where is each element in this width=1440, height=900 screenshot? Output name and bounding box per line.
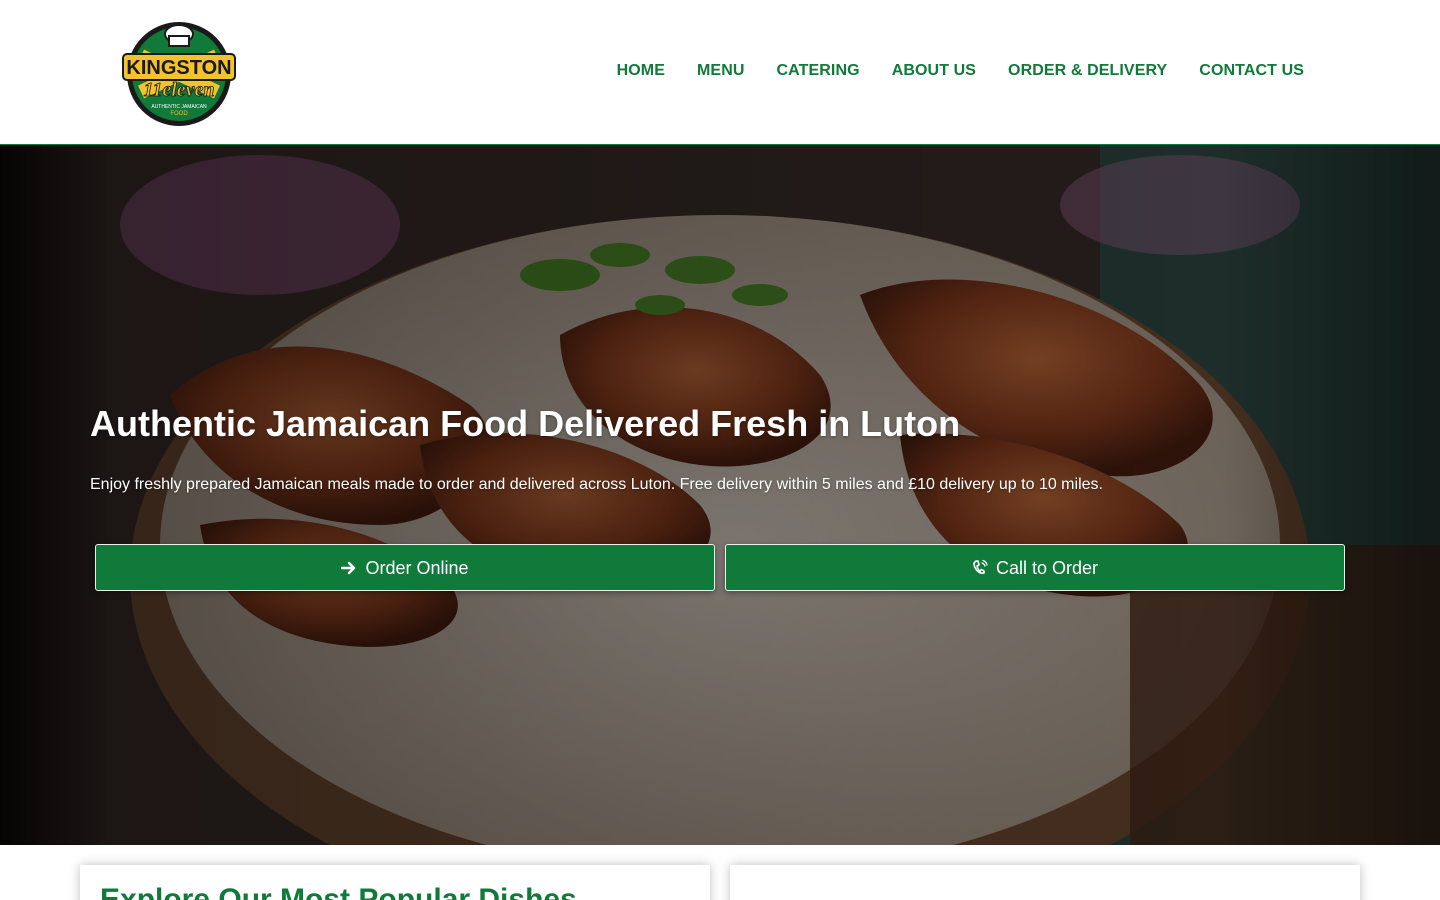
- nav-home[interactable]: HOME: [617, 60, 665, 82]
- hero-subtitle: Enjoy freshly prepared Jamaican meals ma…: [90, 476, 1103, 493]
- nav-catering[interactable]: CATERING: [777, 60, 860, 82]
- hero-title: Authentic Jamaican Food Delivered Fresh …: [90, 403, 961, 444]
- logo-line-2: 11eleven: [143, 79, 214, 101]
- logo-tagline-1: AUTHENTIC JAMAICAN: [151, 104, 207, 110]
- popular-dishes-card: Explore Our Most Popular Dishes: [80, 865, 710, 900]
- order-online-label: Order Online: [365, 557, 469, 578]
- order-online-button[interactable]: Order Online: [95, 544, 715, 591]
- popular-dishes-title: Explore Our Most Popular Dishes: [100, 883, 577, 900]
- right-card: [730, 865, 1360, 900]
- hero-cta-row: Order Online Call to Order: [95, 544, 1345, 591]
- hero-section: Authentic Jamaican Food Delivered Fresh …: [0, 145, 1440, 845]
- nav-order-delivery[interactable]: ORDER & DELIVERY: [1008, 60, 1167, 82]
- call-to-order-label: Call to Order: [995, 557, 1099, 578]
- nav-menu[interactable]: MENU: [697, 60, 745, 82]
- logo-tagline-2: FOOD: [170, 111, 188, 117]
- phone-volume-icon: [972, 559, 988, 577]
- logo-line-1: KINGSTON: [126, 57, 231, 79]
- nav-about-us[interactable]: ABOUT US: [892, 60, 976, 82]
- nav-contact-us[interactable]: CONTACT US: [1199, 60, 1304, 82]
- call-to-order-button[interactable]: Call to Order: [725, 544, 1345, 591]
- main-nav: HOME MENU CATERING ABOUT US ORDER & DELI…: [617, 60, 1304, 82]
- site-header: KINGSTON 11eleven AUTHENTIC JAMAICAN FOO…: [0, 0, 1440, 145]
- arrow-right-icon: [341, 560, 357, 576]
- kingston-11eleven-logo[interactable]: KINGSTON 11eleven AUTHENTIC JAMAICAN FOO…: [119, 16, 239, 128]
